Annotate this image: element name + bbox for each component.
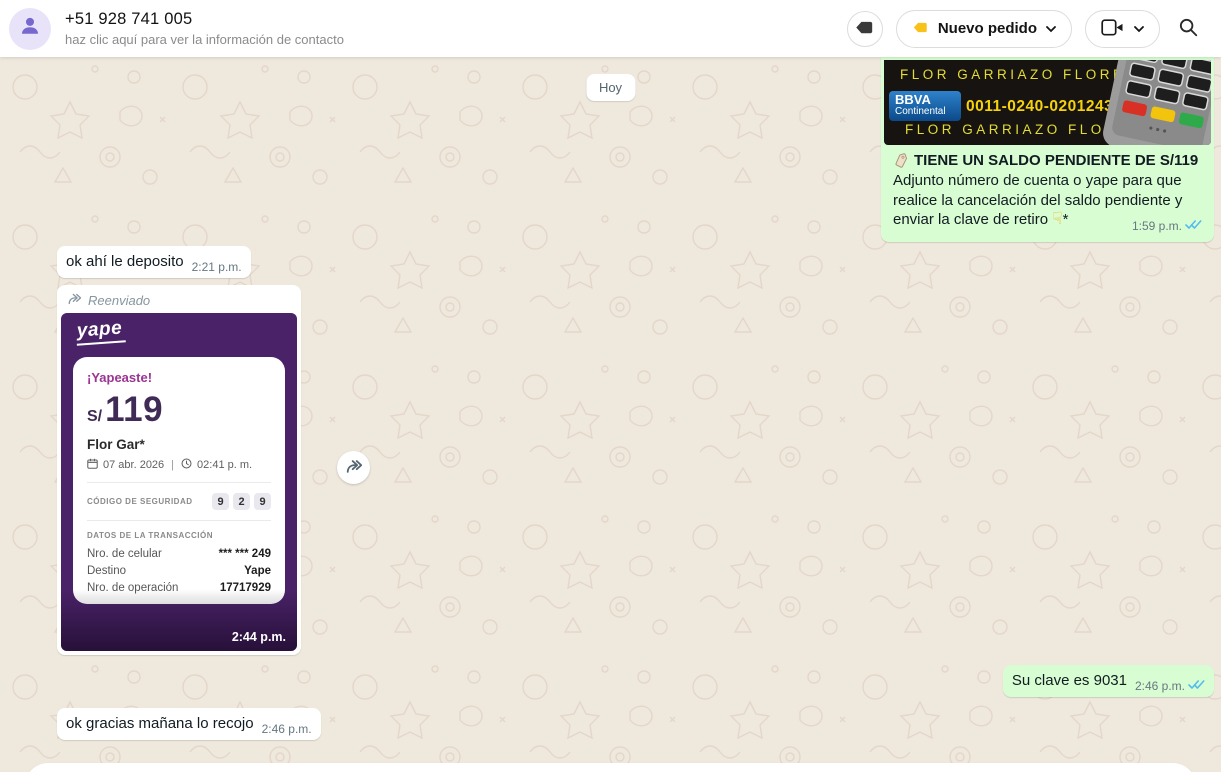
yape-logo: yape [75, 317, 126, 345]
forward-message-button[interactable] [337, 451, 370, 484]
order-status-button[interactable]: Nuevo pedido [896, 10, 1072, 48]
yape-receipt-image[interactable]: yape ¡Yapeaste! S/ 119 Flor Gar* 07 abr.… [61, 313, 297, 651]
separator: | [171, 459, 174, 471]
pos-terminal-graphic [1084, 60, 1211, 145]
label-button[interactable] [847, 11, 883, 47]
recipient-name: Flor Gar* [87, 437, 271, 452]
receipt-title: ¡Yapeaste! [87, 370, 271, 385]
order-status-label: Nuevo pedido [938, 20, 1037, 37]
security-digit: 2 [233, 493, 250, 510]
message-time: 2:44 p.m. [232, 630, 286, 644]
divider [87, 520, 271, 521]
message-time: 1:59 p.m. [1132, 219, 1182, 233]
message-meta: 1:59 p.m. [1132, 219, 1202, 233]
date-chip: Hoy [586, 74, 635, 101]
tag-icon [912, 19, 929, 39]
forwarded-label-row: Reenviado [61, 289, 297, 313]
message-thanks[interactable]: ok gracias mañana lo recojo 2:46 p.m. [57, 708, 321, 740]
message-time: 2:46 p.m. [1135, 679, 1185, 693]
tag-emoji-icon [891, 150, 911, 170]
pointing-down-hand-icon: ☟ [1052, 209, 1062, 228]
message-text: ok ahí le deposito [66, 252, 184, 271]
contact-avatar[interactable] [9, 8, 51, 50]
security-code-digits: 9 2 9 [212, 493, 271, 510]
yape-receipt-card: ¡Yapeaste! S/ 119 Flor Gar* 07 abr. 2026… [73, 357, 285, 604]
forwarded-label: Reenviado [88, 293, 150, 308]
message-forwarded-receipt[interactable]: Reenviado yape ¡Yapeaste! S/ 119 Flor Ga… [57, 285, 301, 655]
receipt-datetime: 07 abr. 2026 | 02:41 p. m. [87, 458, 271, 472]
chat-canvas: Hoy FLOR GARRIAZO FLORES BBVA Continenta… [0, 57, 1221, 772]
label-icon [854, 17, 875, 41]
contact-info[interactable]: +51 928 741 005 haz clic aquí para ver l… [65, 10, 344, 47]
chat-header: +51 928 741 005 haz clic aquí para ver l… [0, 0, 1221, 57]
message-key[interactable]: Su clave es 9031 2:46 p.m. [1003, 665, 1214, 697]
pending-body-suffix: * [1063, 211, 1069, 228]
transaction-rows: Nro. de celular *** *** 249 Destino Yape… [87, 548, 271, 594]
message-pending-balance[interactable]: FLOR GARRIAZO FLORES BBVA Continental 00… [881, 57, 1214, 242]
chevron-down-icon [1046, 21, 1056, 36]
divider [87, 482, 271, 483]
search-button[interactable] [1173, 12, 1203, 45]
clock-icon [181, 458, 192, 472]
amount-value: 119 [105, 394, 163, 426]
currency-symbol: S/ [87, 408, 102, 426]
message-deposit[interactable]: ok ahí le deposito 2:21 p.m. [57, 246, 251, 278]
calendar-icon [87, 458, 98, 472]
message-text: ok gracias mañana lo recojo [66, 714, 254, 733]
bank-account-image[interactable]: FLOR GARRIAZO FLORES BBVA Continental 00… [884, 60, 1211, 145]
receipt-amount: S/ 119 [87, 394, 271, 426]
receipt-time-of-day: 02:41 p. m. [197, 459, 252, 471]
contact-subtitle: haz clic aquí para ver la información de… [65, 32, 344, 47]
chevron-down-icon [1134, 21, 1144, 36]
bbva-logo: BBVA Continental [889, 91, 961, 121]
security-digit: 9 [212, 493, 229, 510]
video-camera-icon [1101, 19, 1125, 39]
transaction-row: Nro. de celular *** *** 249 [87, 548, 271, 560]
security-code-label: CÓDIGO DE SEGURIDAD [87, 497, 193, 506]
forward-arrow-icon [67, 293, 82, 308]
person-icon [17, 13, 43, 44]
message-time: 2:21 p.m. [192, 260, 242, 274]
double-check-icon [1188, 679, 1205, 693]
forward-arrow-icon [345, 459, 363, 477]
security-code-row: CÓDIGO DE SEGURIDAD 9 2 9 [87, 493, 271, 510]
message-time: 2:46 p.m. [262, 722, 312, 736]
security-digit: 9 [254, 493, 271, 510]
transaction-data-label: DATOS DE LA TRANSACCIÓN [87, 531, 271, 540]
double-check-icon [1185, 219, 1202, 233]
contact-phone: +51 928 741 005 [65, 10, 344, 29]
transaction-row: Destino Yape [87, 565, 271, 577]
header-actions: Nuevo pedido [847, 10, 1221, 48]
message-input-bar[interactable] [25, 763, 1196, 772]
video-call-button[interactable] [1085, 10, 1160, 48]
message-text: Su clave es 9031 [1012, 671, 1127, 690]
pending-title-text: TIENE UN SALDO PENDIENTE DE S/119 [914, 152, 1198, 169]
pending-message-text: TIENE UN SALDO PENDIENTE DE S/119 Adjunt… [884, 145, 1211, 239]
search-icon [1177, 16, 1199, 41]
receipt-date: 07 abr. 2026 [103, 459, 164, 471]
